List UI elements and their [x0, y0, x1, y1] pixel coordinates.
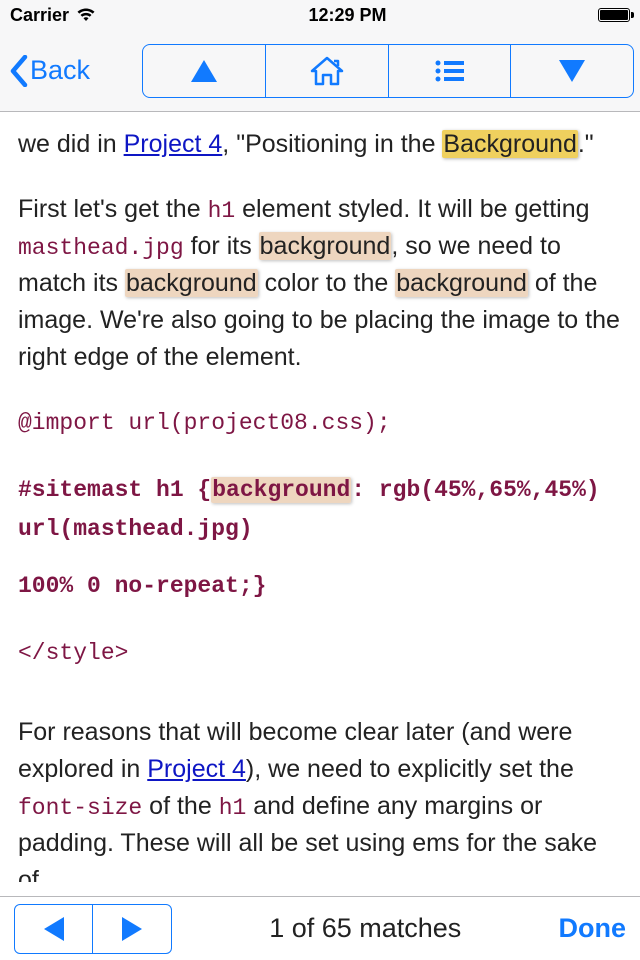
back-label: Back	[30, 55, 90, 86]
text: , "Positioning in the	[222, 130, 442, 158]
highlight: background	[395, 269, 528, 297]
toolbar-up-button[interactable]	[143, 45, 266, 97]
done-button[interactable]: Done	[559, 913, 627, 944]
code-inline: h1	[219, 795, 247, 821]
text: of the	[142, 792, 218, 820]
text: #sitemast h1 {	[18, 477, 211, 503]
battery-icon	[598, 8, 630, 22]
code-block: @import url(project08.css); #sitemast h1…	[18, 404, 622, 673]
triangle-right-icon	[120, 915, 144, 943]
text: for its	[184, 232, 259, 260]
toolbar-list-button[interactable]	[389, 45, 512, 97]
time-label: 12:29 PM	[309, 5, 387, 26]
toolbar-segment	[142, 44, 634, 98]
code-line: #sitemast h1 {background: rgb(45%,65%,45…	[18, 471, 622, 549]
status-left: Carrier	[10, 5, 97, 26]
text: we did in	[18, 130, 124, 158]
nav-bar: Back	[0, 30, 640, 112]
find-count-label: 1 of 65 matches	[184, 913, 547, 944]
text: ."	[578, 130, 594, 158]
status-right	[598, 8, 630, 22]
find-next-button[interactable]	[93, 905, 171, 953]
toolbar-home-button[interactable]	[266, 45, 389, 97]
status-bar: Carrier 12:29 PM	[0, 0, 640, 30]
paragraph: First let's get the h1 element styled. I…	[18, 191, 622, 376]
wifi-icon	[75, 7, 97, 23]
find-bar: 1 of 65 matches Done	[0, 896, 640, 960]
text: element styled. It will be getting	[235, 195, 589, 223]
content-area[interactable]: we did in Project 4, "Positioning in the…	[0, 112, 640, 882]
code-line: 100% 0 no-repeat;}	[18, 567, 622, 606]
highlight-active: Background	[442, 130, 577, 158]
carrier-label: Carrier	[10, 5, 69, 26]
text: First let's get the	[18, 195, 208, 223]
code-inline: h1	[208, 198, 236, 224]
code-line: </style>	[18, 634, 622, 673]
text: color to the	[258, 269, 396, 297]
highlight: background	[125, 269, 258, 297]
code-line: @import url(project08.css);	[18, 404, 622, 443]
list-icon	[434, 59, 464, 83]
link-project4[interactable]: Project 4	[147, 755, 246, 783]
text: ), we need to explicitly set the	[246, 755, 574, 783]
back-button[interactable]: Back	[10, 55, 90, 87]
code-inline: font-size	[18, 795, 142, 821]
find-segment	[14, 904, 172, 954]
toolbar-down-button[interactable]	[511, 45, 633, 97]
find-prev-button[interactable]	[15, 905, 93, 953]
highlight: background	[259, 232, 392, 260]
link-project4[interactable]: Project 4	[124, 130, 223, 158]
home-icon	[310, 56, 344, 86]
chevron-left-icon	[10, 55, 28, 87]
paragraph: For reasons that will become clear later…	[18, 714, 622, 882]
paragraph: we did in Project 4, "Positioning in the…	[18, 126, 622, 163]
triangle-down-icon	[557, 58, 587, 84]
code-inline: masthead.jpg	[18, 235, 184, 261]
highlight: background	[211, 477, 351, 503]
triangle-up-icon	[189, 58, 219, 84]
triangle-left-icon	[42, 915, 66, 943]
